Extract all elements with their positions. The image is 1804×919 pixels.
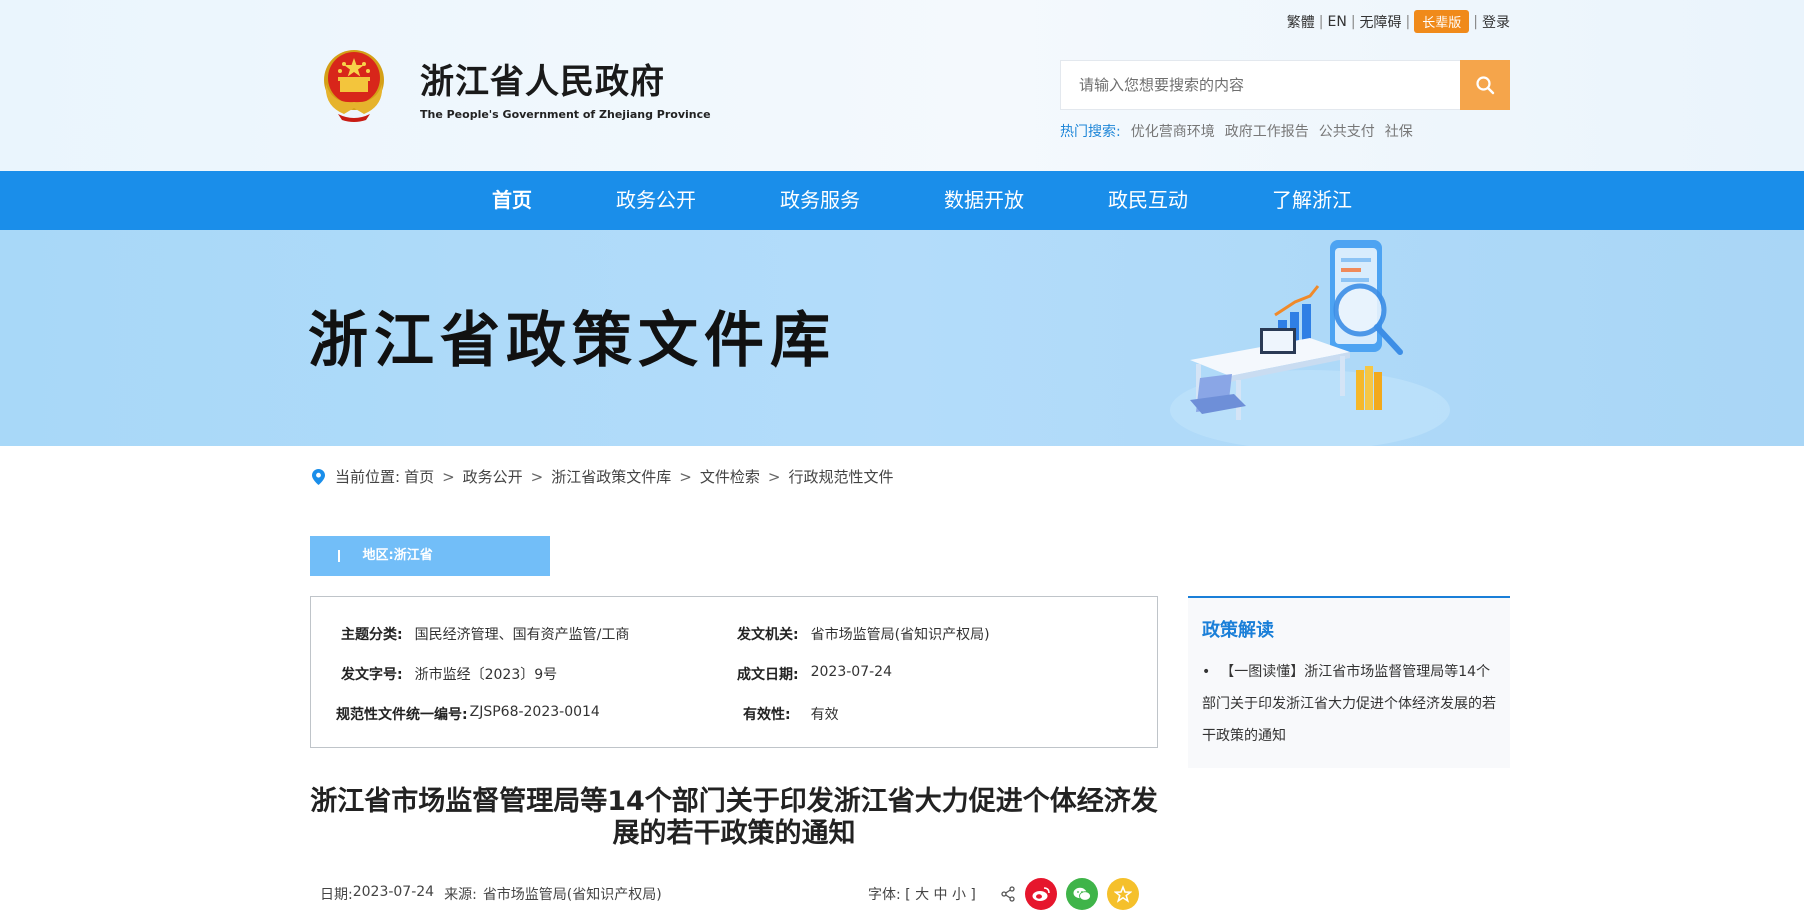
breadcrumb-separator: > [442,467,455,486]
font-size-options[interactable]: [ 大 中 小 ] [905,887,976,903]
nav-item-interaction[interactable]: 政民互动 [1066,171,1230,230]
breadcrumb-separator: > [767,467,781,486]
nav-item-open-data[interactable]: 数据开放 [902,171,1066,230]
share-icon[interactable] [1000,886,1016,902]
nav-item-gov-affairs[interactable]: 政务公开 [574,171,738,230]
english-link[interactable]: EN [1328,14,1347,30]
breadcrumb-separator: > [530,467,544,486]
info-row-validity: 有效性: 有效 [743,704,839,724]
breadcrumb: 当前位置: 首页 > 政务公开 > 浙江省政策文件库 > 文件检索 > 行政规范… [312,466,893,487]
hot-search-item[interactable]: 公共支付 [1319,121,1375,141]
favorite-button[interactable] [1107,878,1139,910]
location-pin-icon [312,468,325,485]
info-value-code: ZJSP68-2023-0014 [469,704,600,720]
panel-title: 政策解读 [1202,620,1274,641]
breadcrumb-separator: > [679,467,692,486]
source-label: 来源: [444,887,477,903]
site-name-english: The People's Government of Zhejiang Prov… [420,108,711,121]
policy-interpretation-panel: 政策解读 • 【一图读懂】浙江省市场监督管理局等14个部门关于印发浙江省大力促进个… [1188,596,1510,768]
search-icon [1476,76,1495,95]
wechat-share-button[interactable] [1066,878,1098,910]
divider: | [1350,13,1356,30]
traditional-chinese-link[interactable]: 繁體 [1287,12,1315,32]
hot-search-item[interactable]: 政府工作报告 [1225,121,1309,141]
info-key-code: 规范性文件统一编号: [336,707,468,723]
document-info-table: 主题分类: 国民经济管理、国有资产监管/工商 发文机关: 省市场监管局(省知识产… [310,596,1158,748]
list-bullet: • [1202,664,1211,680]
article-source: 省市场监管局(省知识产权局) [482,887,662,903]
national-emblem-icon[interactable] [314,44,394,124]
site-header: 浙江省人民政府 The People's Government of Zheji… [0,0,1804,171]
region-tag: 地区:浙江省 [310,536,550,576]
hot-search-item[interactable]: 优化营商环境 [1131,121,1215,141]
info-key-topic: 主题分类: [341,627,403,643]
search-input[interactable] [1061,61,1460,109]
breadcrumb-item-policy-library[interactable]: 浙江省政策文件库 [551,466,671,487]
region-bar [338,549,340,562]
breadcrumb-label: 当前位置: [335,468,401,486]
article-date: 2023-07-24 [352,884,435,900]
divider: | [1405,13,1411,30]
desk-illustration-icon [1170,240,1450,446]
accessibility-link[interactable]: 无障碍 [1360,12,1402,32]
hot-search-label: 热门搜索: [1060,124,1121,140]
info-key-validity: 有效性: [743,707,791,723]
article-title: 浙江省市场监督管理局等14个部门关于印发浙江省大力促进个体经济发展的若干政策的通… [310,786,1158,849]
weibo-icon [1032,887,1050,901]
breadcrumb-item-home[interactable]: 首页 [404,466,434,487]
hot-search: 热门搜索: 优化营商环境 政府工作报告 公共支付 社保 [1060,121,1413,141]
info-row-code: 规范性文件统一编号: ZJSP68-2023-0014 [336,704,600,724]
info-row-docno: 发文字号: 浙市监经〔2023〕9号 [341,664,557,684]
info-row-issuer: 发文机关: 省市场监管局(省知识产权局) [737,624,990,644]
divider: | [1473,13,1478,30]
elder-version-button[interactable]: 长辈版 [1414,10,1470,33]
wechat-icon [1073,887,1091,901]
share-bar [1000,878,1139,910]
star-icon [1114,885,1132,903]
banner-title: 浙江省政策文件库 [308,306,836,376]
info-value-docno: 浙市监经〔2023〕9号 [414,667,558,683]
interpretation-link[interactable]: • 【一图读懂】浙江省市场监督管理局等14个部门关于印发浙江省大力促进个体经济发展… [1202,656,1502,752]
interpretation-link-text[interactable]: 【一图读懂】浙江省市场监督管理局等14个部门关于印发浙江省大力促进个体经济发展的… [1202,664,1496,744]
main-nav: 首页 政务公开 政务服务 数据开放 政民互动 了解浙江 [0,171,1804,230]
info-row-topic: 主题分类: 国民经济管理、国有资产监管/工商 [341,624,629,644]
search-box [1060,60,1510,110]
date-label: 日期: [320,887,353,903]
info-value-validity: 有效 [810,707,839,723]
info-value-issuer: 省市场监管局(省知识产权局) [810,627,990,643]
info-value-topic: 国民经济管理、国有资产监管/工商 [414,627,630,643]
breadcrumb-item-document-search[interactable]: 文件检索 [700,466,760,487]
weibo-share-button[interactable] [1025,878,1057,910]
info-key-date: 成文日期: [737,667,799,683]
top-links: 繁體 | EN | 无障碍 | 长辈版 | 登录 [1287,10,1510,33]
site-name[interactable]: 浙江省人民政府 [420,54,665,103]
region-text: 地区:浙江省 [362,548,433,563]
banner: 浙江省政策文件库 [0,230,1804,446]
font-size-control: 字体: [ 大 中 小 ] [868,884,976,904]
info-row-date: 成文日期: 2023-07-24 [737,664,892,684]
nav-item-about-zhejiang[interactable]: 了解浙江 [1230,171,1394,230]
font-label: 字体: [868,887,901,903]
info-key-docno: 发文字号: [341,667,403,683]
nav-item-gov-services[interactable]: 政务服务 [738,171,902,230]
hot-search-item[interactable]: 社保 [1385,121,1413,141]
info-value-date: 2023-07-24 [810,664,892,680]
breadcrumb-item-gov-affairs[interactable]: 政务公开 [463,466,523,487]
login-link[interactable]: 登录 [1482,12,1510,32]
info-key-issuer: 发文机关: [737,627,799,643]
search-button[interactable] [1460,60,1510,110]
divider: | [1318,13,1324,30]
nav-item-home[interactable]: 首页 [450,171,574,230]
breadcrumb-item-normative-docs[interactable]: 行政规范性文件 [788,466,893,487]
article-meta: 日期: 2023-07-24 来源: 省市场监管局(省知识产权局) [320,884,662,904]
